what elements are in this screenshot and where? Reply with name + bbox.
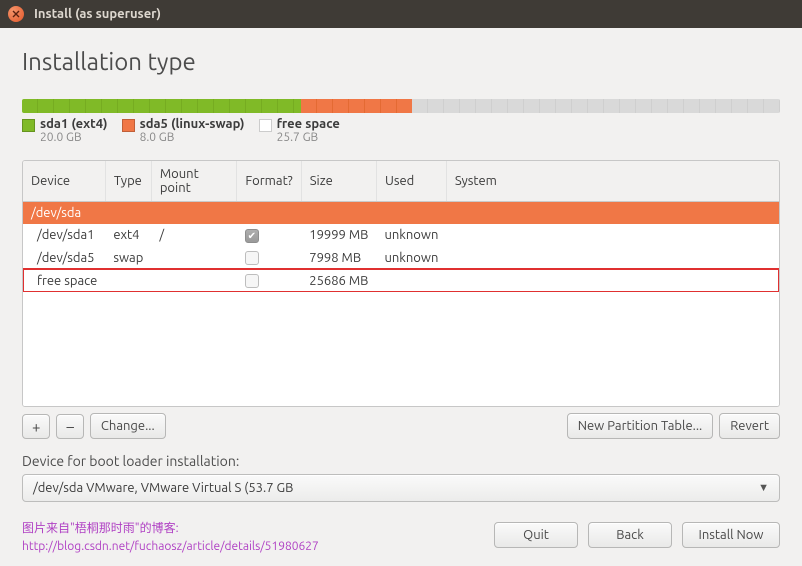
cell-system — [446, 247, 779, 270]
window-body: Installation type sda1 (ext4) 20.0 GB sd… — [0, 28, 802, 566]
new-partition-table-button[interactable]: New Partition Table... — [567, 413, 714, 439]
legend-sda1: sda1 (ext4) 20.0 GB — [22, 117, 108, 144]
cell-system — [446, 224, 779, 247]
col-device[interactable]: Device — [23, 161, 105, 202]
legend-label: free space — [277, 117, 340, 131]
cell-mount: / — [151, 224, 237, 247]
cell-used: unknown — [376, 247, 446, 270]
window-title: Install (as superuser) — [34, 7, 161, 21]
table-row[interactable]: /dev/sda5 swap 7998 MB unknown — [23, 247, 779, 270]
cell-device: /dev/sda1 — [23, 224, 105, 247]
col-size[interactable]: Size — [301, 161, 376, 202]
boot-device-label: Device for boot loader installation: — [22, 453, 780, 469]
toolbar: + – Change... New Partition Table... Rev… — [22, 413, 780, 439]
disk-usage-bar: sda1 (ext4) 20.0 GB sda5 (linux-swap) 8.… — [22, 99, 780, 144]
table-row-disk[interactable]: /dev/sda — [23, 202, 779, 225]
cell-mount — [151, 269, 237, 292]
cell-size: 25686 MB — [301, 269, 376, 292]
legend-label: sda1 (ext4) — [40, 117, 108, 131]
cell-used: unknown — [376, 224, 446, 247]
cell-device: free space — [23, 269, 105, 292]
bar-seg-sda1 — [22, 99, 301, 113]
add-button[interactable]: + — [22, 414, 50, 439]
swatch-icon — [259, 119, 272, 132]
cell-device: /dev/sda5 — [23, 247, 105, 270]
cell-type: swap — [105, 247, 151, 270]
cell-size: 19999 MB — [301, 224, 376, 247]
swatch-icon — [122, 119, 135, 132]
legend-size: 25.7 GB — [277, 131, 340, 144]
cell-system — [446, 269, 779, 292]
cell-mount — [151, 247, 237, 270]
quit-button[interactable]: Quit — [494, 522, 578, 548]
legend: sda1 (ext4) 20.0 GB sda5 (linux-swap) 8.… — [22, 117, 780, 144]
col-used[interactable]: Used — [376, 161, 446, 202]
boot-device-select[interactable]: /dev/sda VMware, VMware Virtual S (53.7 … — [22, 474, 780, 502]
cell-type — [105, 269, 151, 292]
revert-button[interactable]: Revert — [719, 413, 780, 439]
swatch-icon — [22, 119, 35, 132]
legend-sda5: sda5 (linux-swap) 8.0 GB — [122, 117, 245, 144]
titlebar: Install (as superuser) — [0, 0, 802, 28]
checkbox-icon[interactable] — [245, 229, 259, 243]
cell-format[interactable] — [237, 224, 301, 247]
cell-format[interactable] — [237, 269, 301, 292]
disk-label: /dev/sda — [23, 202, 779, 225]
legend-label: sda5 (linux-swap) — [140, 117, 245, 131]
install-now-button[interactable]: Install Now — [682, 522, 780, 548]
page-title: Installation type — [22, 48, 780, 75]
col-type[interactable]: Type — [105, 161, 151, 202]
cell-size: 7998 MB — [301, 247, 376, 270]
close-icon[interactable] — [8, 6, 24, 22]
chevron-down-icon: ▼ — [758, 482, 769, 494]
back-button[interactable]: Back — [588, 522, 672, 548]
checkbox-icon[interactable] — [245, 251, 259, 265]
change-button[interactable]: Change... — [90, 413, 166, 439]
bar-seg-sda5 — [301, 99, 412, 113]
remove-button[interactable]: – — [56, 414, 83, 439]
col-format[interactable]: Format? — [237, 161, 301, 202]
bar-seg-free — [412, 99, 780, 113]
checkbox-icon[interactable] — [245, 274, 259, 288]
table-row[interactable]: /dev/sda1 ext4 / 19999 MB unknown — [23, 224, 779, 247]
table-row-freespace[interactable]: free space 25686 MB — [23, 269, 779, 292]
cell-used — [376, 269, 446, 292]
partition-table: Device Type Mount point Format? Size Use… — [22, 160, 780, 407]
boot-device-value: /dev/sda VMware, VMware Virtual S (53.7 … — [33, 481, 293, 495]
legend-size: 8.0 GB — [140, 131, 245, 144]
cell-type: ext4 — [105, 224, 151, 247]
col-mount[interactable]: Mount point — [151, 161, 237, 202]
legend-free: free space 25.7 GB — [259, 117, 340, 144]
footer-buttons: Quit Back Install Now — [22, 522, 780, 548]
legend-size: 20.0 GB — [40, 131, 108, 144]
cell-format[interactable] — [237, 247, 301, 270]
col-system[interactable]: System — [446, 161, 779, 202]
